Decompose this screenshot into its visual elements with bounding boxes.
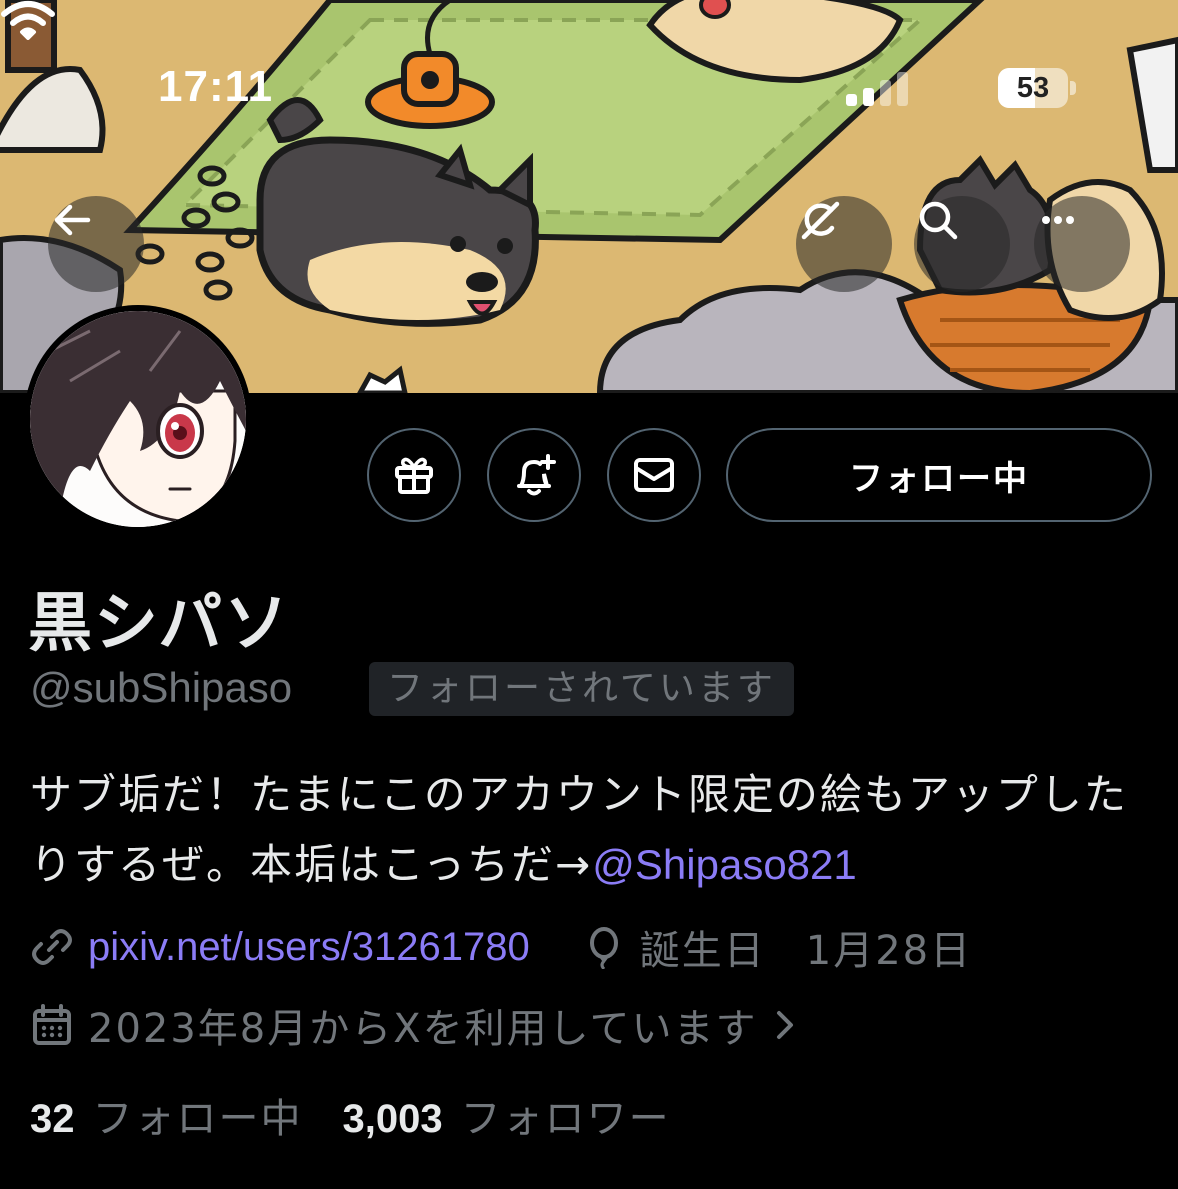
more-button[interactable] [1034, 196, 1130, 292]
gift-button[interactable] [367, 428, 461, 522]
joined-date: 2023年8月からXを利用しています [88, 1006, 758, 1052]
follows-you-badge: フォローされています [369, 662, 794, 716]
cellular-signal-icon [846, 72, 908, 106]
bell-plus-icon [517, 454, 556, 496]
handle: @subShipaso [30, 664, 293, 711]
notify-button[interactable] [487, 428, 581, 522]
follow-stats: 32 フォロー中 3,003 フォロワー [30, 1086, 671, 1144]
battery-percent: 53 [1016, 72, 1050, 104]
search-icon [919, 201, 958, 240]
back-button[interactable] [48, 196, 144, 292]
grok-button[interactable] [796, 196, 892, 292]
birthday-label: 誕生日 [639, 928, 766, 974]
avatar[interactable] [24, 305, 252, 533]
bio-mention-link[interactable]: @Shipaso821 [592, 841, 857, 888]
envelope-icon [634, 458, 674, 492]
arrow-left-icon [54, 204, 91, 236]
website-link[interactable]: pixiv.net/users/31261780 [88, 925, 530, 970]
display-name: 黒シパソ [28, 587, 291, 661]
gift-icon [395, 457, 433, 494]
message-button[interactable] [607, 428, 701, 522]
followers-label[interactable]: フォロワー [461, 1086, 671, 1144]
calendar-icon [33, 1004, 71, 1045]
birthday-date: 1月28日 [805, 928, 973, 974]
bio: サブ垢だ！たまにこのアカウント限定の絵もアップしたりするぜ。本垢はこっちだ→@S… [30, 760, 1150, 900]
battery-icon: 53 [998, 68, 1076, 108]
balloon-icon [589, 927, 618, 969]
joined-row[interactable]: 2023年8月からXを利用しています [30, 996, 815, 1054]
search-button[interactable] [914, 196, 1010, 292]
following-label[interactable]: フォロー中 [93, 1086, 303, 1144]
meta-row-link-birthday: pixiv.net/users/31261780 誕生日 1月28日 [30, 918, 972, 976]
more-icon [1042, 216, 1074, 224]
avatar-image [30, 311, 246, 527]
link-icon [32, 929, 72, 965]
chevron-right-icon [777, 1011, 794, 1039]
status-time: 17:11 [158, 62, 274, 111]
bio-text: サブ垢だ！たまにこのアカウント限定の絵もアップしたりするぜ。本垢はこっちだ→ [30, 770, 1128, 889]
following-count[interactable]: 32 [30, 1097, 75, 1142]
following-button[interactable]: フォロー中 [726, 428, 1152, 522]
followers-count[interactable]: 3,003 [343, 1097, 443, 1142]
grok-icon [801, 201, 840, 240]
wifi-icon [1, 1, 55, 40]
